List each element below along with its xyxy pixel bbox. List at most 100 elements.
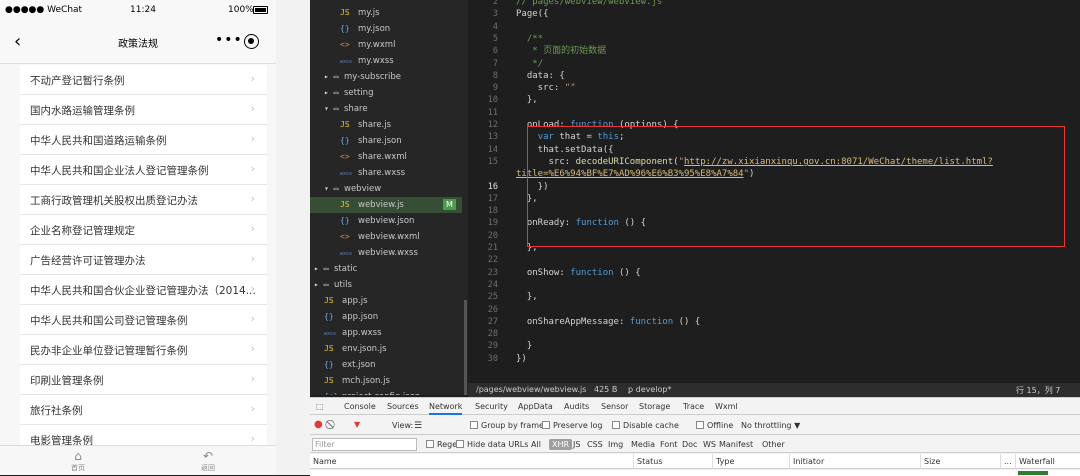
file-item[interactable]: {} share.json bbox=[340, 133, 402, 149]
code-line[interactable]: src: "" bbox=[516, 83, 576, 94]
hide-data-urls-checkbox[interactable]: Hide data URLs bbox=[456, 440, 528, 449]
line-number: 4 bbox=[492, 21, 498, 32]
file-item[interactable]: JS env.json.js bbox=[324, 341, 387, 357]
folder-item[interactable]: ▾ ▭ share bbox=[324, 101, 368, 117]
list-view-icon[interactable]: ☰ bbox=[414, 421, 422, 431]
column-header[interactable]: Name bbox=[310, 454, 337, 469]
git-branch[interactable]: ꝑ develop* bbox=[628, 385, 671, 394]
code-line[interactable]: onShow: function () { bbox=[516, 268, 641, 279]
table-row[interactable] bbox=[310, 470, 1080, 476]
file-item[interactable]: <> webview.wxml bbox=[340, 229, 420, 245]
tab-home[interactable]: ⌂ 首页 bbox=[48, 449, 108, 473]
code-line[interactable]: }, bbox=[516, 95, 538, 106]
file-item[interactable]: JS mch.json.js bbox=[324, 373, 390, 389]
file-item[interactable]: wxss app.wxss bbox=[324, 325, 382, 341]
tab-network[interactable]: Network bbox=[429, 402, 463, 415]
column-header[interactable]: Initiator bbox=[789, 454, 824, 469]
file-item[interactable]: wxss webview.wxss bbox=[340, 245, 418, 261]
tab-appdata[interactable]: AppData bbox=[518, 402, 553, 411]
file-tree-scrollbar[interactable] bbox=[464, 300, 467, 395]
record-icon[interactable]: ● bbox=[314, 419, 323, 430]
code-line[interactable]: onShareAppMessage: function () { bbox=[516, 317, 700, 328]
throttling-select[interactable]: No throttling ▼ bbox=[741, 421, 800, 430]
tab-sources[interactable]: Sources bbox=[387, 402, 419, 411]
list-item[interactable]: 工商行政管理机关股权出质登记办法 › bbox=[20, 185, 267, 215]
folder-item[interactable]: ▾ ▭ webview bbox=[324, 181, 381, 197]
file-item[interactable]: JS my.js bbox=[340, 5, 380, 21]
folder-item[interactable]: ▸ ▭ my-subscribe bbox=[324, 69, 401, 85]
folder-item[interactable]: ▸ ▭ static bbox=[314, 261, 357, 277]
column-header[interactable]: ... bbox=[1000, 454, 1012, 469]
filter-input[interactable]: Filter bbox=[312, 438, 417, 451]
list-item[interactable]: 中华人民共和国合伙企业登记管理办法（2014... › bbox=[20, 275, 267, 305]
folder-item[interactable]: ▸ ▭ utils bbox=[314, 277, 352, 293]
file-item[interactable]: <> my.wxml bbox=[340, 37, 395, 53]
list-item[interactable]: 印刷业管理条例 › bbox=[20, 365, 267, 395]
filter-type-ws[interactable]: WS bbox=[703, 440, 716, 449]
list-item[interactable]: 旅行社条例 › bbox=[20, 395, 267, 425]
filter-type-css[interactable]: CSS bbox=[587, 440, 603, 449]
preserve-log-checkbox[interactable]: Preserve log bbox=[542, 421, 603, 430]
file-item[interactable]: {} my.json bbox=[340, 21, 390, 37]
tab-audits[interactable]: Audits bbox=[564, 402, 589, 411]
filter-type-all[interactable]: All bbox=[531, 440, 541, 449]
filter-type-manifest[interactable]: Manifest bbox=[719, 440, 753, 449]
file-item[interactable]: {o}project.config.json bbox=[324, 389, 420, 395]
list-item[interactable]: 民办非企业单位登记管理暂行条例 › bbox=[20, 335, 267, 365]
line-number: 30 bbox=[487, 353, 498, 364]
code-line[interactable]: } bbox=[516, 341, 532, 352]
file-item[interactable]: JS share.js bbox=[340, 117, 391, 133]
file-item[interactable]: {} app.json bbox=[324, 309, 378, 325]
code-line[interactable]: // pages/webview/webview.js bbox=[516, 0, 662, 8]
filter-icon[interactable]: ▼ bbox=[354, 420, 360, 429]
code-line[interactable]: /** bbox=[516, 34, 543, 45]
tab-security[interactable]: Security bbox=[475, 402, 508, 411]
column-header[interactable]: Status bbox=[633, 454, 663, 469]
tab-sensor[interactable]: Sensor bbox=[601, 402, 628, 411]
file-item[interactable]: {} webview.json bbox=[340, 213, 414, 229]
list-item[interactable]: 中华人民共和国企业法人登记管理条例 › bbox=[20, 155, 267, 185]
tab-console[interactable]: Console bbox=[344, 402, 376, 411]
filter-type-xhr[interactable]: XHR bbox=[549, 439, 573, 450]
more-menu-icon[interactable]: ••• bbox=[215, 32, 243, 48]
list-item[interactable]: 国内水路运输管理条例 › bbox=[20, 95, 267, 125]
disable-cache-checkbox[interactable]: Disable cache bbox=[612, 421, 679, 430]
filter-type-js[interactable]: JS bbox=[573, 440, 580, 449]
code-line[interactable]: }) bbox=[516, 354, 527, 365]
filter-type-font[interactable]: Font bbox=[660, 440, 677, 449]
list-item[interactable]: 中华人民共和国道路运输条例 › bbox=[20, 125, 267, 155]
list-item-title: 国内水路运输管理条例 bbox=[30, 105, 135, 117]
list-item[interactable]: 中华人民共和国公司登记管理条例 › bbox=[20, 305, 267, 335]
code-line[interactable]: * 页面的初始数据 bbox=[516, 46, 606, 57]
tab-back[interactable]: ↶ 返回 bbox=[178, 449, 238, 473]
code-line[interactable]: }, bbox=[516, 292, 538, 303]
file-item[interactable]: {} ext.json bbox=[324, 357, 376, 373]
file-item[interactable]: JS webview.js M bbox=[310, 197, 462, 213]
list-item[interactable]: 广告经营许可证管理办法 › bbox=[20, 245, 267, 275]
tab-trace[interactable]: Trace bbox=[683, 402, 704, 411]
filter-type-media[interactable]: Media bbox=[631, 440, 655, 449]
inspect-icon[interactable]: ⬚ bbox=[316, 402, 324, 411]
code-line[interactable]: Page({ bbox=[516, 9, 549, 20]
tab-storage[interactable]: Storage bbox=[639, 402, 670, 411]
file-item[interactable]: wxss my.wxss bbox=[340, 53, 394, 69]
filter-type-other[interactable]: Other bbox=[762, 440, 785, 449]
offline-checkbox[interactable]: Offline bbox=[696, 421, 733, 430]
folder-item[interactable]: ▸ ▭ setting bbox=[324, 85, 373, 101]
filter-type-img[interactable]: Img bbox=[608, 440, 623, 449]
code-line[interactable]: */ bbox=[516, 59, 543, 70]
filter-type-doc[interactable]: Doc bbox=[682, 440, 697, 449]
file-item[interactable]: <> share.wxml bbox=[340, 149, 407, 165]
file-item[interactable]: JS app.js bbox=[324, 293, 368, 309]
file-item[interactable]: wxss share.wxss bbox=[340, 165, 405, 181]
tab-wxml[interactable]: Wxml bbox=[715, 402, 738, 411]
column-header[interactable]: Type bbox=[712, 454, 734, 469]
close-target-icon[interactable] bbox=[244, 34, 259, 49]
clock: 11:24 bbox=[130, 5, 156, 15]
column-header[interactable]: Waterfall bbox=[1015, 454, 1055, 469]
list-item[interactable]: 企业名称登记管理规定 › bbox=[20, 215, 267, 245]
group-by-frame-checkbox[interactable]: Group by frame bbox=[470, 421, 544, 430]
list-item[interactable]: 不动产登记暂行条例 › bbox=[20, 65, 267, 95]
code-line[interactable]: data: { bbox=[516, 71, 565, 82]
column-header[interactable]: Size bbox=[920, 454, 940, 469]
